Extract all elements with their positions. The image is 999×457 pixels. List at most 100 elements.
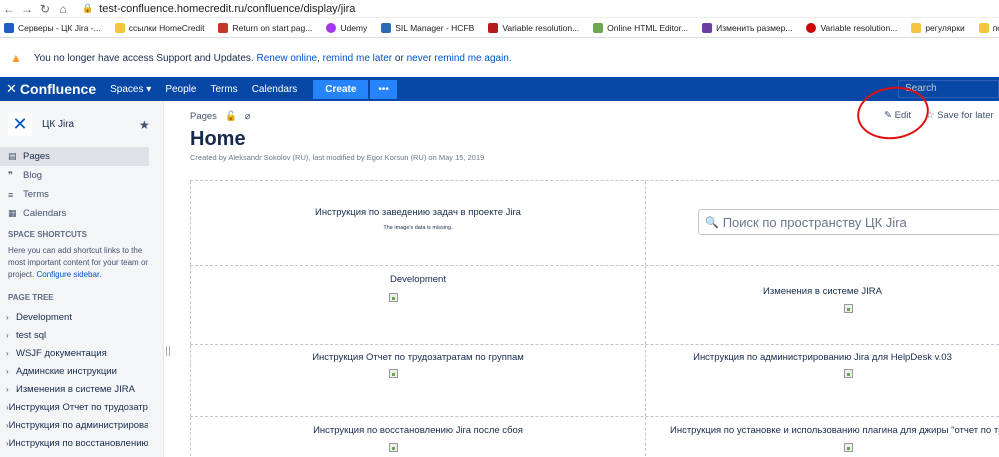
sidebar-item-calendars[interactable]: ▦ Calendars [0,204,149,223]
broken-image-icon [844,304,853,313]
cell-link[interactable]: Инструкция по установке и использованию … [670,425,999,436]
sidebar-item-blog[interactable]: ❞ Blog [0,166,149,185]
space-logo-icon[interactable]: ✕ [8,112,32,136]
bookmark-icon [806,22,817,33]
space-search-placeholder: Поиск по пространству ЦК Jira [722,214,907,230]
lock-icon: 🔒 [82,3,94,13]
space-name[interactable]: ЦК Jira [42,119,74,130]
bookmark-icon [381,22,392,33]
bookmark-icon [911,22,922,33]
bookmark-item[interactable]: Variable resolution... [488,22,579,33]
reload-icon[interactable]: ↻ [36,2,54,16]
bookmark-item[interactable]: Online HTML Editor... [593,22,689,33]
bookmark-icon [593,22,604,33]
page-tree-label: Инструкция по восстановлению... [8,437,148,449]
bookmark-icon [114,22,125,33]
layout-row: Development Изменения в системе JIRA [190,265,999,344]
bookmark-item[interactable]: полезные ссылочк... [978,22,999,33]
breadcrumb-pages[interactable]: Pages [190,111,217,122]
sidebar-item-label: Calendars [23,208,67,219]
broken-image-icon [389,369,398,378]
page-tree-item[interactable]: › WSJF документация [0,344,148,362]
bookmark-label: ссылки HomeCredit [128,22,205,33]
bookmark-label: Online HTML Editor... [607,22,689,33]
sidebar-item-terms[interactable]: ≡ Terms [0,185,149,204]
cell-link[interactable]: Инструкция по заведению задач в проекте … [191,207,645,218]
page-tree-item[interactable]: › Development [0,308,148,326]
quote-icon: ❞ [8,170,13,180]
renew-online-link[interactable]: Renew online [256,53,317,64]
bookmark-item[interactable]: ссылки HomeCredit [114,22,205,33]
sidebar-item-pages[interactable]: ▤ Pages [0,147,149,166]
attachment-icon[interactable]: ⌀ [245,111,251,122]
page-tree-item[interactable]: › Изменения в системе JIRA [0,380,148,398]
broken-image-icon [844,443,853,452]
chevron-right-icon[interactable]: › [6,385,16,394]
bookmark-item[interactable]: SIL Manager - HCFB [381,22,475,33]
warning-icon: ▲ [10,51,22,65]
space-search-input[interactable]: 🔍 Поиск по пространству ЦК Jira [698,209,999,235]
bookmark-item[interactable]: Серверы - ЦК Jira -... [4,22,101,33]
bookmark-label: Udemy [340,22,368,33]
bookmark-icon [4,22,14,33]
chevron-right-icon[interactable]: › [6,349,16,358]
save-for-later-label: Save for later [937,110,994,121]
page-tree-item[interactable]: › test sql [0,326,148,344]
layout-cell: Инструкция по администрированию Jira для… [646,345,999,416]
url-field[interactable]: 🔒 test-confluence.homecredit.ru/confluen… [82,3,355,15]
cell-link[interactable]: Development [191,274,645,285]
license-warning-banner: ▲ You no longer have access Support and … [0,39,999,77]
bookmark-item[interactable]: Изменить размер... [702,22,793,33]
layout-cell: Development [190,266,646,344]
chevron-down-icon: ▾ [146,83,152,95]
terms-link[interactable]: Terms [210,84,237,95]
spaces-menu[interactable]: Spaces ▾ [110,84,151,95]
url-text: test-confluence.homecredit.ru/confluence… [99,2,356,15]
chevron-right-icon[interactable]: › [6,367,16,376]
page-tree-label: Админские инструкции [16,365,117,377]
cell-link[interactable]: Инструкция Отчет по трудозатратам по гру… [191,352,645,363]
create-button[interactable]: Create [313,79,369,99]
bookmark-label: Return on start pag... [232,22,313,33]
lock-icon[interactable]: 🔓 [225,111,237,122]
bookmark-item[interactable]: Variable resolution... [806,22,897,33]
sidebar-item-label: Pages [23,151,50,162]
chevron-right-icon[interactable]: › [6,331,16,340]
configure-sidebar-link[interactable]: Configure sidebar [36,270,99,279]
broken-image-icon [844,369,853,378]
create-more-button[interactable]: ••• [370,79,397,99]
cell-link[interactable]: Инструкция по администрированию Jira для… [646,352,999,363]
sidebar-resize-handle[interactable] [166,346,170,356]
home-icon[interactable]: ⌂ [54,2,72,16]
bookmark-label: SIL Manager - HCFB [395,22,475,33]
people-link[interactable]: People [165,84,196,95]
bookmark-item[interactable]: регулярки [911,22,965,33]
bookmark-label: полезные ссылочк... [992,22,999,33]
page-tree-item[interactable]: › Инструкция по восстановлению... [0,434,148,452]
breadcrumb: Pages 🔓 ⌀ [190,111,259,122]
bookmark-item[interactable]: Udemy [326,22,368,33]
forward-icon[interactable]: → [18,2,36,16]
page-tree-item[interactable]: › Админские инструкции [0,362,148,380]
browser-address-bar: ← → ↻ ⌂ 🔒 test-confluence.homecredit.ru/… [0,0,999,18]
banner-text: You no longer have access Support and Up… [33,52,254,64]
page-tree-item[interactable]: › Инструкция Отчет по трудозатр... [0,398,148,416]
space-sidebar: ✕ ЦК Jira ★ ▤ Pages ❞ Blog ≡ Terms ▦ Cal… [0,101,164,457]
bookmark-label: Изменить размер... [716,22,793,33]
layout-cell: Инструкция Отчет по трудозатратам по гру… [190,345,646,416]
confluence-logo[interactable]: ✕ Confluence [6,81,96,97]
remind-later-link[interactable]: remind me later [323,53,392,64]
cell-link[interactable]: Инструкция по восстановлению Jira после … [191,425,645,436]
chevron-right-icon[interactable]: › [6,313,16,322]
calendars-link[interactable]: Calendars [252,84,298,95]
never-remind-link[interactable]: never remind me again [407,53,509,64]
star-icon[interactable]: ★ [139,118,150,132]
back-icon[interactable]: ← [0,2,18,16]
cell-link[interactable]: Изменения в системе JIRA [646,286,999,297]
page-tree-item[interactable]: › Инструкция по администрирова... [0,416,148,434]
bookmark-icon [218,22,229,33]
page-main: Pages 🔓 ⌀ Home Created by Aleksandr Soko… [172,82,999,457]
missing-image-text: The image's data is missing. [383,225,453,231]
save-for-later-button[interactable]: ☆ Save for later [926,110,994,121]
bookmark-item[interactable]: Return on start pag... [218,22,313,33]
